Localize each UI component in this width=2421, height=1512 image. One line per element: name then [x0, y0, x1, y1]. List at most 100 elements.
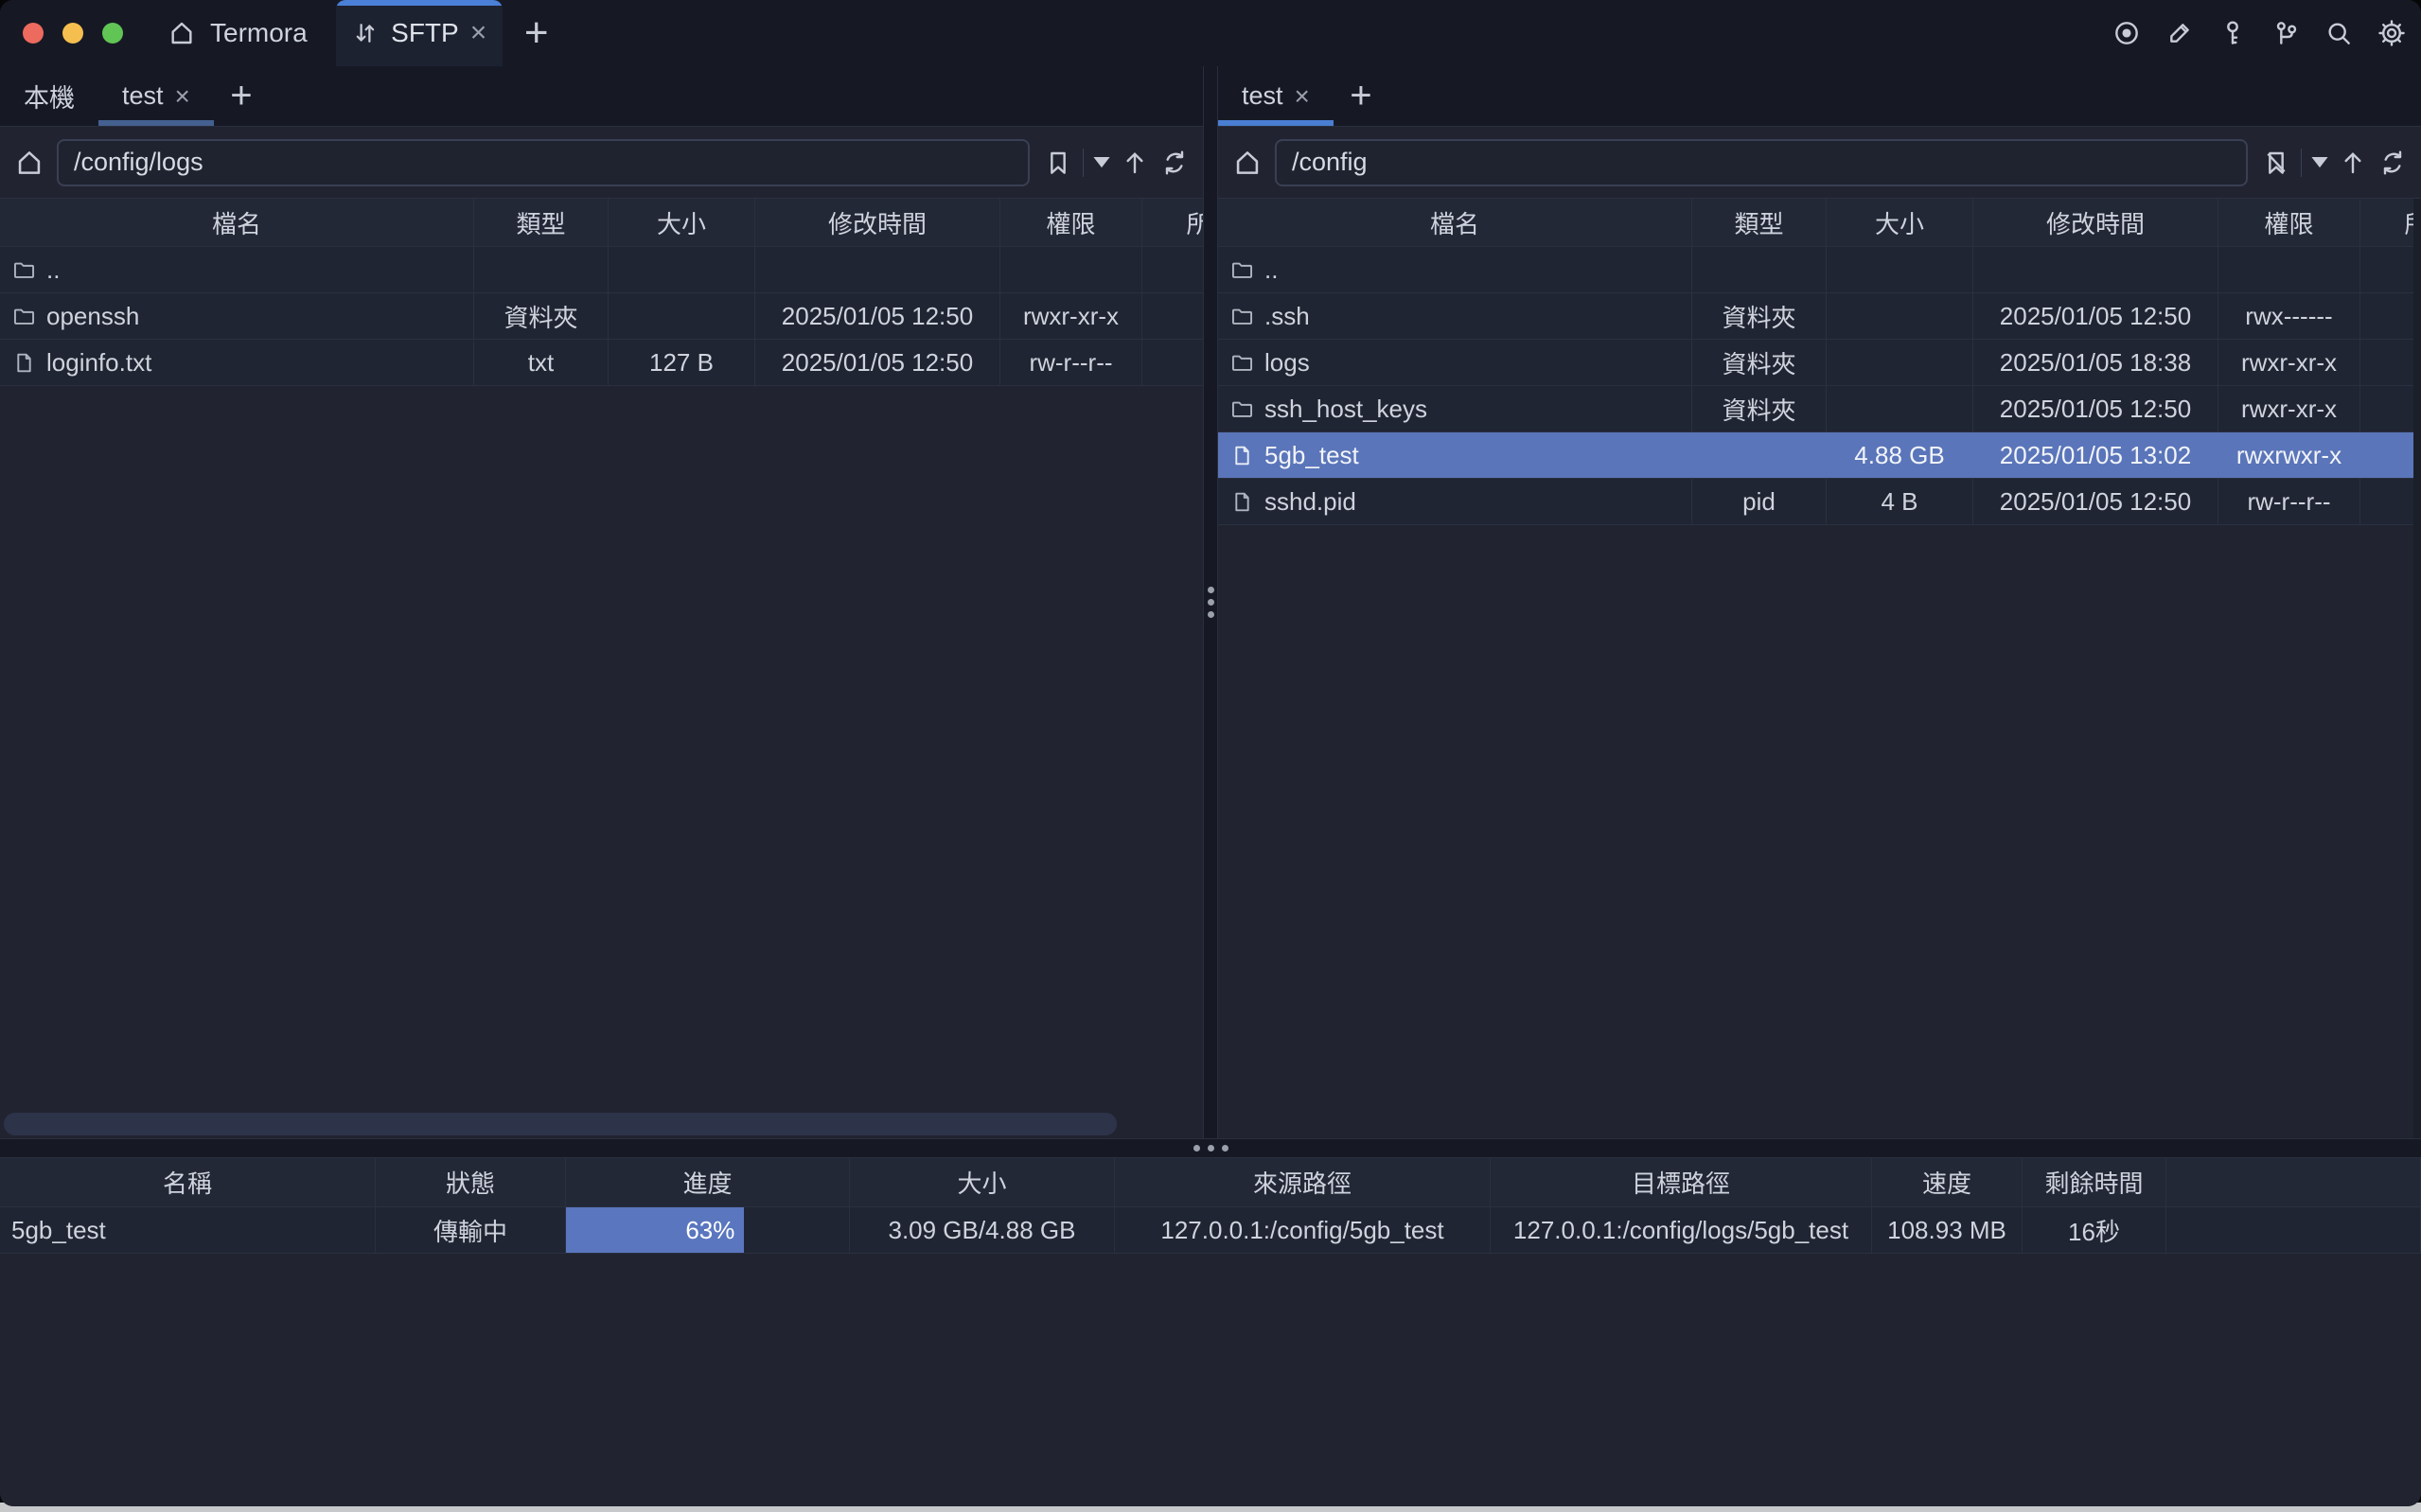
file-type-cell	[1692, 247, 1827, 292]
file-modified-cell: 2025/01/05 12:50	[1973, 479, 2218, 524]
zoom-window-button[interactable]	[102, 23, 123, 44]
new-session-tab-button[interactable]: +	[1334, 66, 1388, 126]
file-row[interactable]: logs資料夾2025/01/05 18:38rwxr-xr-x	[1218, 340, 2421, 386]
up-directory-icon[interactable]	[2338, 148, 2368, 178]
traffic-lights	[0, 0, 163, 66]
file-row[interactable]: ..	[0, 247, 1203, 293]
transfer-row[interactable]: 5gb_test傳輸中63%3.09 GB/4.88 GB127.0.0.1:/…	[0, 1207, 2421, 1254]
column-header[interactable]: 所	[1142, 199, 1203, 246]
tab-session-test[interactable]: test ×	[98, 66, 214, 126]
minimize-window-button[interactable]	[62, 23, 83, 44]
edit-icon[interactable]	[2164, 17, 2196, 49]
file-name: ..	[1264, 255, 1278, 285]
column-header[interactable]: 修改時間	[1973, 199, 2218, 246]
left-file-table: ..openssh資料夾2025/01/05 12:50rwxr-xr-xlog…	[0, 247, 1203, 386]
file-modified-cell: 2025/01/05 12:50	[755, 340, 1000, 385]
file-type-cell	[1692, 432, 1827, 478]
file-panes: 本機 test × + 檔名類型大小修改時間權限所	[0, 66, 2421, 1138]
column-header[interactable]: 權限	[1000, 199, 1142, 246]
column-header[interactable]: 類型	[1692, 199, 1827, 246]
folder-icon	[11, 304, 37, 329]
right-panel-tab-bar: test × +	[1218, 66, 2421, 127]
right-table-header: 檔名類型大小修改時間權限所	[1218, 198, 2421, 247]
chevron-down-icon[interactable]	[2311, 157, 2328, 168]
transfer-column-header[interactable]	[2166, 1158, 2421, 1206]
close-icon[interactable]: ×	[1295, 83, 1310, 110]
file-row[interactable]: ssh_host_keys資料夾2025/01/05 12:50rwxr-xr-…	[1218, 386, 2421, 432]
file-permissions-cell: rwxr-xr-x	[2218, 386, 2360, 431]
path-input[interactable]	[57, 139, 1030, 186]
tab-session-test[interactable]: test ×	[1218, 66, 1334, 126]
record-icon[interactable]	[2111, 17, 2143, 49]
file-owner-cell	[2360, 340, 2421, 385]
horizontal-scrollbar[interactable]	[4, 1113, 1117, 1135]
left-table-header: 檔名類型大小修改時間權限所	[0, 198, 1203, 247]
file-row[interactable]: loginfo.txttxt127 B2025/01/05 12:50rw-r-…	[0, 340, 1203, 386]
column-header[interactable]: 權限	[2218, 199, 2360, 246]
tab-local[interactable]: 本機	[0, 66, 98, 126]
column-header[interactable]: 檔名	[1218, 199, 1692, 246]
transfer-name-cell: 5gb_test	[0, 1207, 376, 1253]
file-type-cell: txt	[474, 340, 609, 385]
new-tab-button[interactable]: +	[503, 0, 571, 66]
file-size-cell: 4 B	[1827, 479, 1973, 524]
refresh-icon[interactable]	[1159, 148, 1190, 178]
right-file-panel: test × + 檔名類型大小修改時間權限所 .. .ssh資料夾2025/01/…	[1218, 66, 2421, 1138]
file-owner-cell	[2360, 386, 2421, 431]
file-modified-cell: 2025/01/05 12:50	[1973, 293, 2218, 339]
file-permissions-cell: rw-r--r--	[1000, 340, 1142, 385]
search-icon[interactable]	[2323, 17, 2355, 49]
column-header[interactable]: 修改時間	[755, 199, 1000, 246]
home-icon[interactable]	[1231, 147, 1264, 179]
keychain-icon[interactable]	[2270, 17, 2302, 49]
home-icon[interactable]	[13, 147, 45, 179]
chevron-down-icon[interactable]	[1093, 157, 1110, 168]
file-permissions-cell: rwxr-xr-x	[1000, 293, 1142, 339]
close-window-button[interactable]	[23, 23, 44, 44]
refresh-icon[interactable]	[2377, 148, 2408, 178]
settings-icon[interactable]	[2376, 17, 2408, 49]
column-header[interactable]: 所	[2360, 199, 2421, 246]
file-permissions-cell: rwxr-xr-x	[2218, 340, 2360, 385]
file-name-cell: openssh	[0, 293, 474, 339]
path-input[interactable]	[1275, 139, 2248, 186]
transfer-arrows-icon	[351, 19, 380, 47]
bookmark-icon[interactable]	[1043, 148, 1073, 178]
vertical-scrollbar[interactable]	[2413, 199, 2421, 1138]
bookmark-slash-icon[interactable]	[2261, 148, 2291, 178]
close-icon[interactable]: ×	[470, 19, 487, 47]
new-session-tab-button[interactable]: +	[214, 66, 269, 126]
transfer-column-header[interactable]: 狀態	[376, 1158, 566, 1206]
file-permissions-cell	[2218, 247, 2360, 292]
file-row[interactable]: openssh資料夾2025/01/05 12:50rwxr-xr-x	[0, 293, 1203, 340]
file-type-cell: 資料夾	[1692, 340, 1827, 385]
transfer-source-cell: 127.0.0.1:/config/5gb_test	[1115, 1207, 1491, 1253]
tab-termora-home[interactable]: Termora	[163, 0, 336, 66]
file-size-cell	[1827, 386, 1973, 431]
tab-sftp[interactable]: SFTP ×	[336, 0, 503, 66]
transfer-column-header[interactable]: 進度	[566, 1158, 850, 1206]
file-name-cell: sshd.pid	[1218, 479, 1692, 524]
transfer-speed-cell: 108.93 MB	[1872, 1207, 2023, 1253]
key-icon[interactable]	[2217, 17, 2249, 49]
close-icon[interactable]: ×	[175, 83, 190, 110]
transfer-column-header[interactable]: 剩餘時間	[2023, 1158, 2166, 1206]
column-header[interactable]: 類型	[474, 199, 609, 246]
up-directory-icon[interactable]	[1120, 148, 1150, 178]
pane-splitter[interactable]	[1203, 66, 1218, 1138]
transfer-column-header[interactable]: 名稱	[0, 1158, 376, 1206]
file-row[interactable]: ..	[1218, 247, 2421, 293]
tab-label: test	[1242, 81, 1283, 111]
transfer-column-header[interactable]: 速度	[1872, 1158, 2023, 1206]
transfer-column-header[interactable]: 來源路徑	[1115, 1158, 1491, 1206]
transfer-column-header[interactable]: 大小	[850, 1158, 1115, 1206]
column-header[interactable]: 檔名	[0, 199, 474, 246]
transfer-progress-cell: 63%	[566, 1207, 850, 1253]
column-header[interactable]: 大小	[1827, 199, 1973, 246]
transfer-column-header[interactable]: 目標路徑	[1491, 1158, 1872, 1206]
column-header[interactable]: 大小	[609, 199, 755, 246]
file-row[interactable]: .ssh資料夾2025/01/05 12:50rwx------	[1218, 293, 2421, 340]
file-row[interactable]: 5gb_test4.88 GB2025/01/05 13:02rwxrwxr-x	[1218, 432, 2421, 479]
file-row[interactable]: sshd.pidpid4 B2025/01/05 12:50rw-r--r--	[1218, 479, 2421, 525]
transfer-splitter[interactable]	[0, 1138, 2421, 1158]
